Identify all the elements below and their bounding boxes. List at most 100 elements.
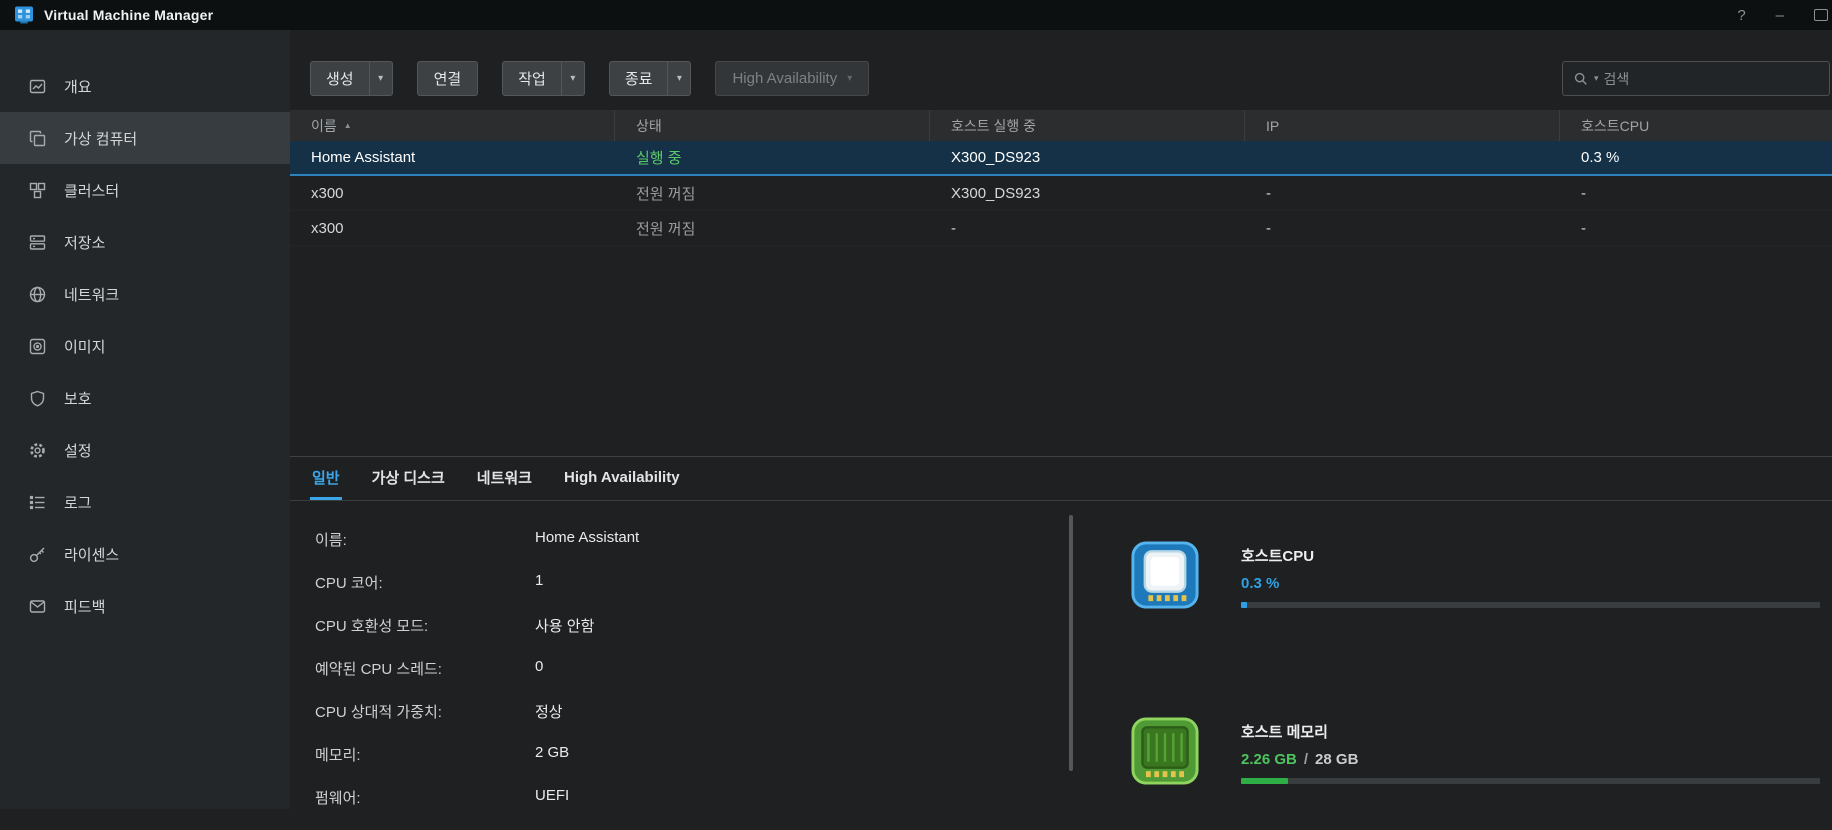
details-scrollbar[interactable] [1069,515,1073,771]
host-memory-progress-fill [1241,778,1288,784]
vm-host-cpu-cell: - [1560,176,1832,210]
main-panel: 생성 ▾ 연결 작업 ▾ 종료 ▾ High Availability ▾ ▾ … [290,30,1832,809]
sidebar-item-image[interactable]: 이미지 [0,320,290,372]
column-header-status[interactable]: 상태 [615,110,930,141]
vm-ip-cell: - [1245,211,1560,245]
app-title: Virtual Machine Manager [44,7,213,23]
sort-ascending-icon: ▲ [344,121,352,130]
sidebar-item-label: 가상 컴퓨터 [64,128,137,149]
host-cpu-progress-fill [1241,602,1247,608]
sidebar-item-overview[interactable]: 개요 [0,60,290,112]
host-cpu-value: 0.3 % [1241,575,1820,592]
sidebar-item-label: 네트워크 [64,284,119,305]
connect-button[interactable]: 연결 [417,61,479,96]
sidebar-item-cluster[interactable]: 클러스터 [0,164,290,216]
action-dropdown-caret-icon[interactable]: ▾ [561,62,584,95]
field-memory: 메모리: 2 GB [315,744,1045,787]
host-memory-info: 호스트 메모리 2.26 GB / 28 GB [1241,713,1820,789]
tab-general[interactable]: 일반 [310,457,342,500]
column-header-ip[interactable]: IP [1245,110,1560,141]
vm-host-cell: X300_DS923 [930,141,1245,174]
memory-chip-icon [1127,713,1203,789]
table-row[interactable]: Home Assistant 실행 중 X300_DS923 0.3 % [290,141,1832,176]
vm-host-cpu-cell: 0.3 % [1560,141,1832,174]
sidebar-item-virtual-machine[interactable]: 가상 컴퓨터 [0,112,290,164]
sidebar-item-settings[interactable]: 설정 [0,424,290,476]
sidebar-item-label: 설정 [64,440,92,461]
vm-host-cell: - [930,211,1245,245]
column-header-host[interactable]: 호스트 실행 중 [930,110,1245,141]
vm-host-cpu-cell: - [1560,211,1832,245]
search-input[interactable] [1604,71,1819,87]
host-cpu-progress-track [1241,602,1820,608]
column-header-host-cpu[interactable]: 호스트CPU [1560,110,1832,141]
help-icon[interactable]: ? [1737,8,1745,23]
vm-ip-cell: - [1245,176,1560,210]
table-row[interactable]: x300 전원 꺼짐 - - - [290,211,1832,246]
window-icon[interactable] [1814,9,1828,21]
sidebar-item-label: 로그 [64,492,92,513]
vm-table: 이름 ▲ 상태 호스트 실행 중 IP 호스트CPU Home Assistan… [290,110,1832,246]
sidebar-item-label: 이미지 [64,336,105,357]
topbar: Virtual Machine Manager ? – [0,0,1832,30]
sidebar-item-label: 보호 [64,388,92,409]
feedback-icon [28,597,47,616]
sidebar-item-label: 라이센스 [64,544,119,565]
field-cpu-weight: CPU 상대적 가중치: 정상 [315,701,1045,744]
sidebar-item-label: 클러스터 [64,180,119,201]
high-availability-caret-icon: ▾ [847,73,852,84]
field-name: 이름: Home Assistant [315,529,1045,572]
host-memory-title: 호스트 메모리 [1241,721,1820,742]
details-tabs: 일반 가상 디스크 네트워크 High Availability [290,457,1832,501]
host-memory-progress-track [1241,778,1820,784]
overview-icon [28,77,47,96]
sidebar-item-license[interactable]: 라이센스 [0,528,290,580]
create-dropdown-caret-icon[interactable]: ▾ [369,62,392,95]
vm-status-cell: 전원 꺼짐 [615,211,930,245]
minimize-icon[interactable]: – [1776,8,1784,23]
protection-icon [28,389,47,408]
topbar-actions: ? – [1737,8,1818,23]
field-cpu-cores: CPU 코어: 1 [315,572,1045,615]
search-icon [1573,71,1589,87]
image-icon [28,337,47,356]
sidebar-item-storage[interactable]: 저장소 [0,216,290,268]
host-cpu-card: 호스트CPU 0.3 % [1127,537,1820,613]
sidebar-item-feedback[interactable]: 피드백 [0,580,290,632]
column-header-name[interactable]: 이름 ▲ [290,110,615,141]
action-button-label[interactable]: 작업 [503,62,561,95]
table-row[interactable]: x300 전원 꺼짐 X300_DS923 - - [290,176,1832,211]
host-cpu-title: 호스트CPU [1241,545,1820,566]
vm-ip-cell [1245,141,1560,174]
tab-high-availability[interactable]: High Availability [562,457,682,500]
sidebar-item-log[interactable]: 로그 [0,476,290,528]
create-button-label[interactable]: 생성 [311,62,369,95]
shutdown-button-label[interactable]: 종료 [610,62,668,95]
sidebar-item-protection[interactable]: 보호 [0,372,290,424]
high-availability-button: High Availability ▾ [715,61,869,96]
tab-network[interactable]: 네트워크 [475,457,534,500]
field-cpu-compatibility: CPU 호환성 모드: 사용 안함 [315,615,1045,658]
shutdown-button[interactable]: 종료 ▾ [609,61,692,96]
app-logo-icon [14,5,34,25]
host-memory-value: 2.26 GB / 28 GB [1241,751,1820,768]
shutdown-dropdown-caret-icon[interactable]: ▾ [667,62,690,95]
storage-icon [28,233,47,252]
table-header: 이름 ▲ 상태 호스트 실행 중 IP 호스트CPU [290,110,1832,141]
sidebar-item-label: 피드백 [64,596,105,617]
memory-separator: / [1304,751,1308,768]
memory-total: 28 GB [1315,751,1358,768]
host-cpu-info: 호스트CPU 0.3 % [1241,537,1820,613]
tab-virtual-disk[interactable]: 가상 디스크 [370,457,447,500]
settings-icon [28,441,47,460]
sidebar-item-network[interactable]: 네트워크 [0,268,290,320]
action-button[interactable]: 작업 ▾ [502,61,585,96]
search-scope-caret-icon[interactable]: ▾ [1594,73,1599,84]
sidebar: 개요 가상 컴퓨터 클러스터 저장소 네트워크 이미지 보호 설정 [0,30,290,809]
memory-used: 2.26 GB [1241,751,1297,768]
vm-status-cell: 실행 중 [615,141,930,174]
sidebar-item-label: 개요 [64,76,92,97]
vm-toolbar: 생성 ▾ 연결 작업 ▾ 종료 ▾ High Availability ▾ ▾ [310,61,1832,96]
create-button[interactable]: 생성 ▾ [310,61,393,96]
search-box[interactable]: ▾ [1562,61,1830,96]
